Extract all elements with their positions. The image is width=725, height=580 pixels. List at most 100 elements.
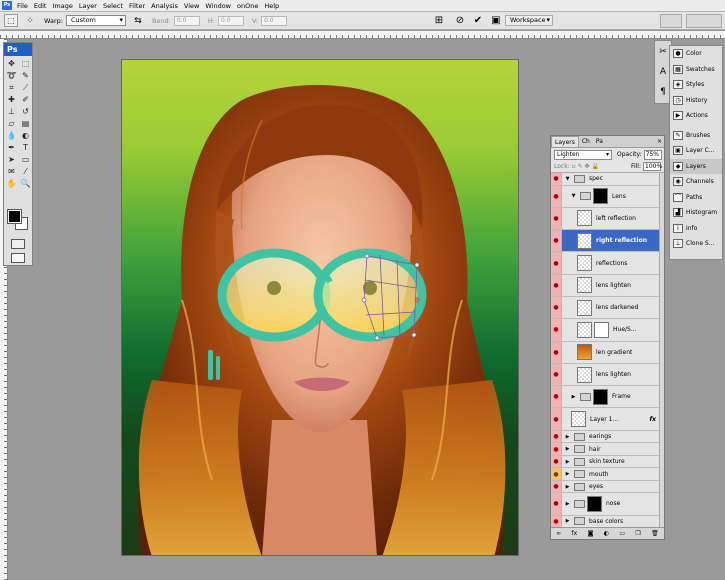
- panel-channels[interactable]: ◉ Channels: [670, 174, 722, 190]
- eraser-tool-icon[interactable]: ▱: [5, 118, 18, 129]
- menu-file[interactable]: File: [14, 2, 31, 10]
- eyedropper-tool-icon[interactable]: ⁄: [19, 166, 32, 177]
- layer-row[interactable]: ● ▶ skin texture: [551, 455, 664, 469]
- tab-paths[interactable]: Pa: [593, 136, 606, 147]
- expand-triangle-icon[interactable]: ▶: [564, 501, 571, 507]
- crop-tool-icon[interactable]: ⌗: [5, 82, 18, 93]
- layer-effects-icon[interactable]: fx: [650, 416, 656, 423]
- visibility-eye-icon[interactable]: ●: [551, 430, 562, 443]
- document-canvas[interactable]: [121, 59, 519, 556]
- menu-view[interactable]: View: [181, 2, 202, 10]
- clone-stamp-tool-icon[interactable]: ⊥: [5, 106, 18, 117]
- layer-row[interactable]: ● Layer 1... fx: [551, 408, 664, 431]
- layer-row[interactable]: ● reflections: [551, 252, 664, 275]
- layer-row[interactable]: ● ▶ eyes: [551, 480, 664, 494]
- menu-select[interactable]: Select: [100, 2, 126, 10]
- layer-thumbnail[interactable]: [577, 299, 592, 316]
- layer-row[interactable]: ● lens lighten: [551, 363, 664, 387]
- layer-row[interactable]: ● ▶ nose: [551, 493, 664, 516]
- panel-layers[interactable]: ◆ Layers: [670, 158, 722, 174]
- layer-row[interactable]: ● lens darkened: [551, 296, 664, 320]
- layer-row[interactable]: ● ▶ earings: [551, 430, 664, 444]
- dodge-tool-icon[interactable]: ◐: [19, 130, 32, 141]
- visibility-eye-icon[interactable]: ●: [551, 274, 562, 296]
- visibility-eye-icon[interactable]: ●: [551, 468, 562, 480]
- expand-triangle-icon[interactable]: ▼: [570, 193, 577, 199]
- visibility-eye-icon[interactable]: ●: [551, 515, 562, 528]
- v-distortion-field[interactable]: 0.0: [261, 15, 288, 26]
- adjustment-layer-icon[interactable]: ◐: [604, 530, 609, 537]
- layer-thumbnail[interactable]: [577, 344, 592, 361]
- visibility-eye-icon[interactable]: ●: [551, 386, 562, 408]
- link-layers-icon[interactable]: ∞: [556, 530, 561, 537]
- h-distortion-field[interactable]: 0.0: [217, 15, 244, 26]
- layer-thumbnail[interactable]: [577, 232, 592, 249]
- new-group-icon[interactable]: ▭: [619, 530, 625, 537]
- visibility-eye-icon[interactable]: ●: [551, 207, 562, 230]
- layer-thumbnail[interactable]: [577, 277, 592, 294]
- expand-triangle-icon[interactable]: ▶: [564, 434, 571, 440]
- menu-window[interactable]: Window: [202, 2, 234, 10]
- panel-info[interactable]: i Info: [670, 221, 722, 237]
- transform-tool-icon[interactable]: ⬚: [4, 14, 18, 27]
- layer-mask-thumbnail[interactable]: [587, 495, 602, 512]
- layer-style-icon[interactable]: fx: [572, 530, 578, 537]
- panel-color[interactable]: ● Color: [670, 46, 722, 62]
- visibility-eye-icon[interactable]: ●: [551, 341, 562, 363]
- expand-triangle-icon[interactable]: ▶: [564, 446, 571, 452]
- layer-row[interactable]: ● ▼ spec: [551, 173, 664, 186]
- layer-mask-thumbnail[interactable]: [593, 188, 608, 205]
- panel-clone-source[interactable]: ⊥ Clone S...: [670, 236, 722, 252]
- panel-brushes[interactable]: ✎ Brushes: [670, 128, 722, 144]
- path-selection-tool-icon[interactable]: ➤: [5, 154, 18, 165]
- menu-analysis[interactable]: Analysis: [148, 2, 181, 10]
- bridge-icon[interactable]: ▣: [490, 15, 502, 27]
- layer-thumbnail[interactable]: [577, 366, 592, 383]
- panel-histogram[interactable]: ▟ Histogram: [670, 205, 722, 221]
- expand-triangle-icon[interactable]: ▼: [564, 176, 571, 182]
- workspace-dropdown[interactable]: Workspace: [505, 15, 553, 26]
- visibility-eye-icon[interactable]: ●: [551, 230, 562, 252]
- type-tool-icon[interactable]: T: [19, 142, 32, 153]
- visibility-eye-icon[interactable]: ●: [551, 319, 562, 341]
- history-brush-tool-icon[interactable]: ↺: [19, 106, 32, 117]
- expand-triangle-icon[interactable]: ▶: [570, 394, 577, 400]
- menu-onone[interactable]: onOne: [234, 2, 261, 10]
- expand-triangle-icon[interactable]: ▶: [564, 471, 571, 477]
- hand-tool-icon[interactable]: ✋: [5, 178, 18, 189]
- shape-tool-icon[interactable]: ▭: [19, 154, 32, 165]
- lasso-tool-icon[interactable]: ➰: [5, 70, 18, 81]
- panel-close-icon[interactable]: ×: [655, 136, 664, 147]
- layer-row[interactable]: ● len gradient: [551, 341, 664, 364]
- panel-styles[interactable]: ◈ Styles: [670, 77, 722, 93]
- menu-filter[interactable]: Filter: [126, 2, 148, 10]
- gradient-tool-icon[interactable]: ▤: [19, 118, 32, 129]
- panel-actions[interactable]: ▶ Actions: [670, 108, 722, 124]
- commit-transform-icon[interactable]: ✔: [472, 15, 484, 27]
- visibility-eye-icon[interactable]: ●: [551, 493, 562, 515]
- visibility-eye-icon[interactable]: ●: [551, 185, 562, 207]
- opacity-field[interactable]: 75%: [643, 149, 662, 160]
- layer-thumbnail[interactable]: [577, 210, 592, 227]
- quick-mask-icon[interactable]: [11, 239, 25, 249]
- healing-brush-tool-icon[interactable]: ✚: [5, 94, 18, 105]
- tab-layers[interactable]: Layers: [551, 136, 579, 147]
- layer-row[interactable]: ● left reflection: [551, 207, 664, 231]
- layer-row[interactable]: ● Hue/S...: [551, 319, 664, 342]
- pen-tool-icon[interactable]: ✒: [5, 142, 18, 153]
- menu-layer[interactable]: Layer: [76, 2, 100, 10]
- tab-channels[interactable]: Ch: [579, 136, 593, 147]
- marquee-tool-icon[interactable]: ⬚: [19, 58, 32, 69]
- reference-point-icon[interactable]: ⁘: [24, 15, 36, 27]
- notes-tool-icon[interactable]: ✉: [5, 166, 18, 177]
- panel-history[interactable]: ◷ History: [670, 93, 722, 109]
- new-layer-icon[interactable]: ❐: [635, 530, 640, 537]
- layer-thumbnail[interactable]: [571, 411, 586, 428]
- zoom-tool-icon[interactable]: 🔍: [19, 178, 32, 189]
- menu-edit[interactable]: Edit: [31, 2, 50, 10]
- expand-triangle-icon[interactable]: ▶: [564, 459, 571, 465]
- menu-image[interactable]: Image: [49, 2, 75, 10]
- switch-transform-icon[interactable]: ⊞: [433, 15, 445, 27]
- layer-row[interactable]: ● ▶ Frame: [551, 386, 664, 409]
- screen-mode-icon[interactable]: [11, 253, 25, 263]
